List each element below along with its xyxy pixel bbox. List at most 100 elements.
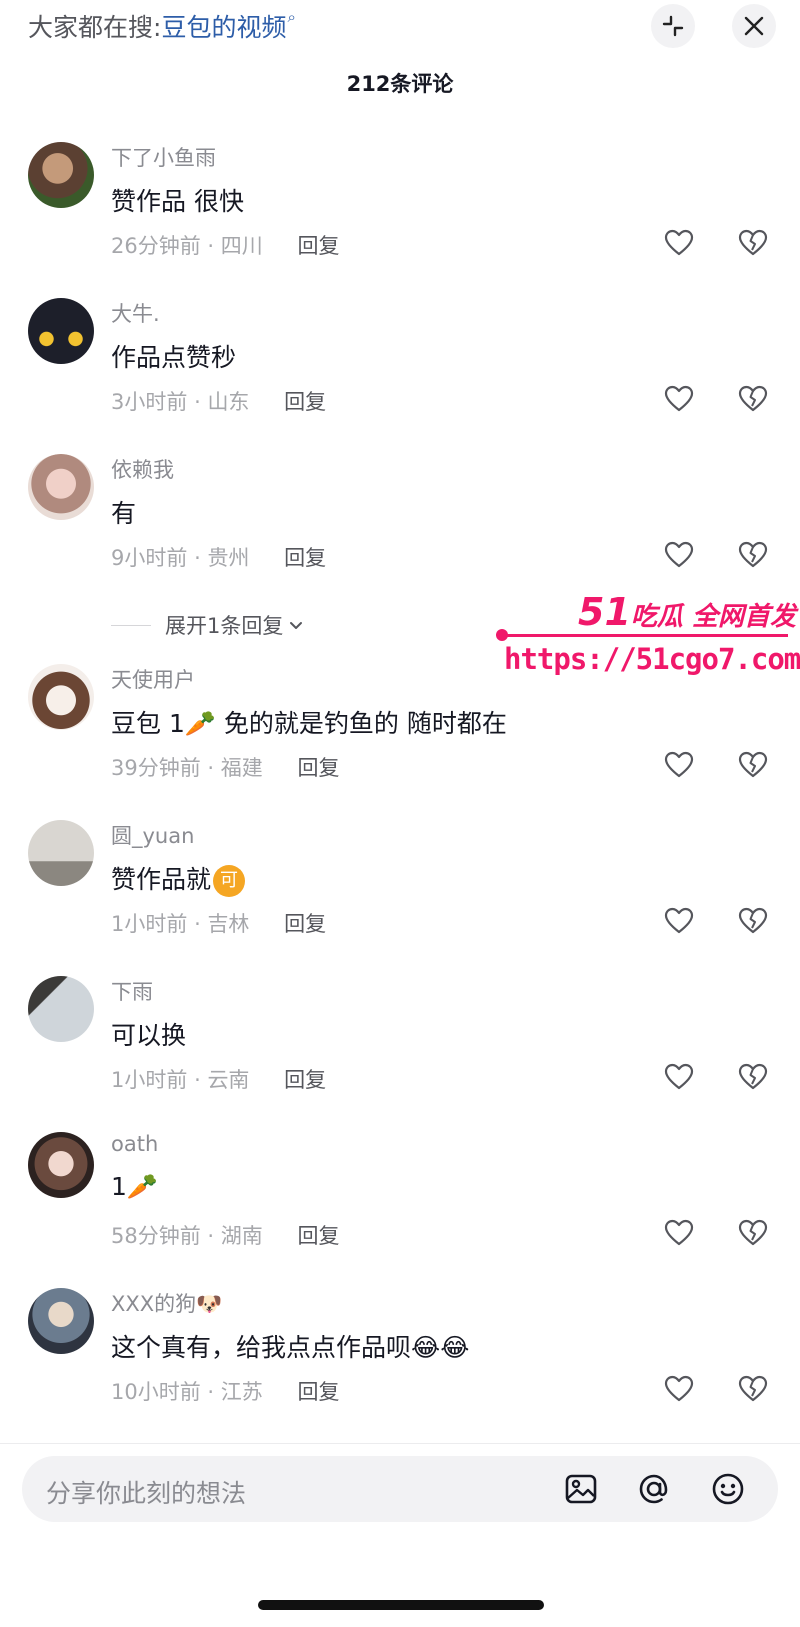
- dislike-button[interactable]: [738, 1374, 768, 1404]
- meta-separator: ·: [207, 234, 215, 258]
- comment-text: 有: [111, 499, 137, 528]
- reply-button[interactable]: 回复: [297, 752, 339, 782]
- avatar[interactable]: [28, 298, 94, 364]
- emoji-button[interactable]: [710, 1471, 746, 1507]
- like-button[interactable]: [664, 906, 694, 936]
- trending-search-prefix: 大家都在搜:: [28, 13, 162, 42]
- heart-icon: [664, 1219, 694, 1246]
- avatar[interactable]: [28, 142, 94, 208]
- image-icon: [565, 1474, 597, 1504]
- like-button[interactable]: [664, 540, 694, 570]
- heart-icon: [664, 385, 694, 412]
- comment-meta: 3小时前 · 山东 回复: [111, 386, 326, 416]
- dislike-button[interactable]: [738, 540, 768, 570]
- heart-icon: [664, 1375, 694, 1402]
- meta-separator: ·: [194, 390, 201, 414]
- broken-heart-icon: [738, 1375, 768, 1402]
- dislike-button[interactable]: [738, 906, 768, 936]
- like-button[interactable]: [664, 384, 694, 414]
- reply-button[interactable]: 回复: [284, 1064, 326, 1094]
- meta-separator: ·: [194, 546, 201, 570]
- comment-meta: 9小时前 · 贵州 回复: [111, 542, 326, 572]
- comment-item: 依赖我 有 9小时前 · 贵州 回复: [0, 454, 800, 604]
- watermark-number: 51: [578, 590, 631, 634]
- avatar[interactable]: [28, 664, 94, 730]
- meta-separator: ·: [207, 1224, 215, 1248]
- comment-meta: 1小时前 · 云南 回复: [111, 1064, 326, 1094]
- comment-username[interactable]: 依赖我: [111, 454, 174, 484]
- expand-replies-button[interactable]: 展开1条回复: [111, 610, 305, 640]
- reply-button[interactable]: 回复: [297, 230, 339, 260]
- avatar[interactable]: [28, 454, 94, 520]
- comment-text: 豆包 1🥕 免的就是钓鱼的 随时都在: [111, 709, 507, 738]
- collapse-button[interactable]: [651, 4, 695, 48]
- heart-icon: [664, 541, 694, 568]
- watermark-text: 吃瓜 全网首发: [630, 602, 796, 632]
- trending-search-term[interactable]: 豆包的视频: [161, 13, 286, 42]
- like-button[interactable]: [664, 750, 694, 780]
- comment-item: 下了小鱼雨 赞作品 很快 26分钟前 · 四川 回复: [0, 142, 800, 292]
- comment-text: 这个真有，给我点点作品呗😂😂: [111, 1333, 470, 1362]
- close-icon: [744, 16, 764, 36]
- heart-icon: [664, 751, 694, 778]
- avatar[interactable]: [28, 976, 94, 1042]
- comment-meta: 26分钟前 · 四川 回复: [111, 230, 339, 260]
- comment-username[interactable]: oath: [111, 1132, 158, 1156]
- comment-input-bar[interactable]: 分享你此刻的想法: [22, 1456, 778, 1522]
- watermark-title: 51吃瓜 全网首发: [578, 590, 796, 634]
- comment-meta: 58分钟前 · 湖南 回复: [111, 1220, 339, 1250]
- reply-button[interactable]: 回复: [297, 1220, 339, 1250]
- comment-username[interactable]: 下了小鱼雨: [111, 142, 216, 172]
- dislike-button[interactable]: [738, 1062, 768, 1092]
- dislike-button[interactable]: [738, 228, 768, 258]
- meta-separator: ·: [194, 912, 201, 936]
- broken-heart-icon: [738, 229, 768, 256]
- reply-button[interactable]: 回复: [297, 1376, 339, 1406]
- comment-item: 圆_yuan 赞作品就可 1小时前 · 吉林 回复: [0, 820, 800, 970]
- broken-heart-icon: [738, 751, 768, 778]
- mention-button[interactable]: [636, 1471, 672, 1507]
- comment-item: XXX的狗🐶 这个真有，给我点点作品呗😂😂 10小时前 · 江苏 回复: [0, 1288, 800, 1438]
- avatar[interactable]: [28, 820, 94, 886]
- reply-button[interactable]: 回复: [284, 386, 326, 416]
- like-button[interactable]: [664, 1062, 694, 1092]
- comment-username[interactable]: XXX的狗🐶: [111, 1288, 222, 1318]
- comment-time: 39分钟前: [111, 756, 201, 780]
- comment-text: 可以换: [111, 1021, 187, 1050]
- reply-button[interactable]: 回复: [284, 908, 326, 938]
- comment-item: 大牛. 作品点赞秒 3小时前 · 山东 回复: [0, 298, 800, 448]
- comment-location: 山东: [207, 390, 250, 414]
- dislike-button[interactable]: [738, 384, 768, 414]
- trending-search[interactable]: 大家都在搜:豆包的视频⌕: [28, 8, 296, 44]
- comment-username[interactable]: 大牛.: [111, 298, 160, 328]
- comment-input-placeholder[interactable]: 分享你此刻的想法: [46, 1474, 246, 1510]
- like-button[interactable]: [664, 1218, 694, 1248]
- dislike-button[interactable]: [738, 1218, 768, 1248]
- close-button[interactable]: [732, 4, 776, 48]
- broken-heart-icon: [738, 1063, 768, 1090]
- comment-username[interactable]: 圆_yuan: [111, 820, 194, 850]
- like-button[interactable]: [664, 228, 694, 258]
- broken-heart-icon: [738, 907, 768, 934]
- reply-button[interactable]: 回复: [284, 542, 326, 572]
- avatar[interactable]: [28, 1288, 94, 1354]
- like-button[interactable]: [664, 1374, 694, 1404]
- avatar[interactable]: [28, 1132, 94, 1198]
- comment-username[interactable]: 下雨: [111, 976, 153, 1006]
- comment-item: 天使用户 豆包 1🥕 免的就是钓鱼的 随时都在 39分钟前 · 福建 回复: [0, 664, 800, 814]
- comment-time: 1小时前: [111, 912, 188, 936]
- input-divider: [0, 1443, 800, 1444]
- broken-heart-icon: [738, 385, 768, 412]
- search-icon: ⌕: [287, 8, 296, 26]
- meta-separator: ·: [207, 756, 215, 780]
- comment-location: 福建: [220, 756, 263, 780]
- comment-time: 3小时前: [111, 390, 188, 414]
- top-bar: 大家都在搜:豆包的视频⌕: [0, 0, 800, 56]
- comment-location: 湖南: [220, 1224, 263, 1248]
- comment-time: 9小时前: [111, 546, 188, 570]
- home-indicator: [258, 1600, 544, 1610]
- broken-heart-icon: [738, 541, 768, 568]
- dislike-button[interactable]: [738, 750, 768, 780]
- image-button[interactable]: [563, 1471, 599, 1507]
- comment-username[interactable]: 天使用户: [111, 664, 195, 694]
